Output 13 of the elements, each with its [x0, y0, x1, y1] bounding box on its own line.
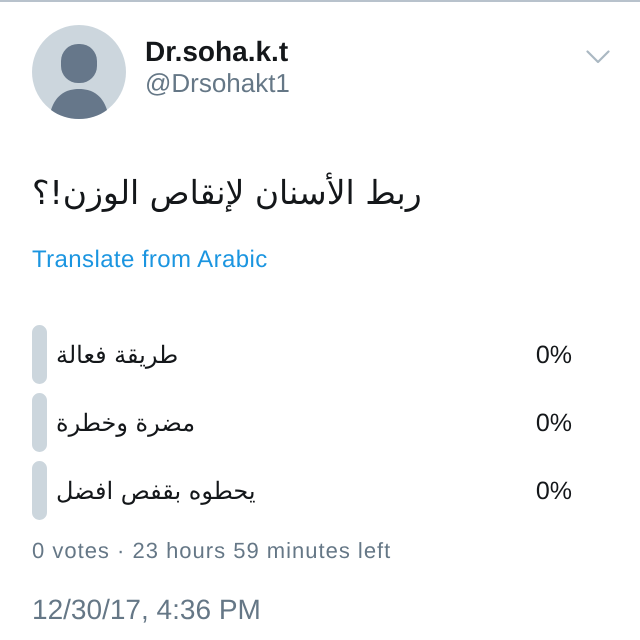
- author-handle[interactable]: @Drsohakt1: [145, 68, 290, 98]
- poll-percent: 0%: [536, 408, 572, 438]
- timestamp: 12/30/17, 4:36 PM: [32, 593, 261, 627]
- poll-option-label: يحطوه بقفص افضل: [56, 476, 256, 506]
- poll-summary: 0 votes · 23 hours 59 minutes left: [32, 537, 392, 565]
- tweet-text: ربط الأسنان لإنقاص الوزن!؟: [32, 172, 422, 214]
- poll-percent: 0%: [536, 476, 572, 506]
- poll-percent: 0%: [536, 340, 572, 370]
- poll-option-label: طريقة فعالة: [56, 340, 178, 370]
- translate-link[interactable]: Translate from Arabic: [32, 246, 268, 274]
- avatar-icon[interactable]: [32, 25, 126, 119]
- author-name[interactable]: Dr.soha.k.t: [145, 36, 288, 68]
- poll-option-label: مضرة وخطرة: [56, 408, 196, 438]
